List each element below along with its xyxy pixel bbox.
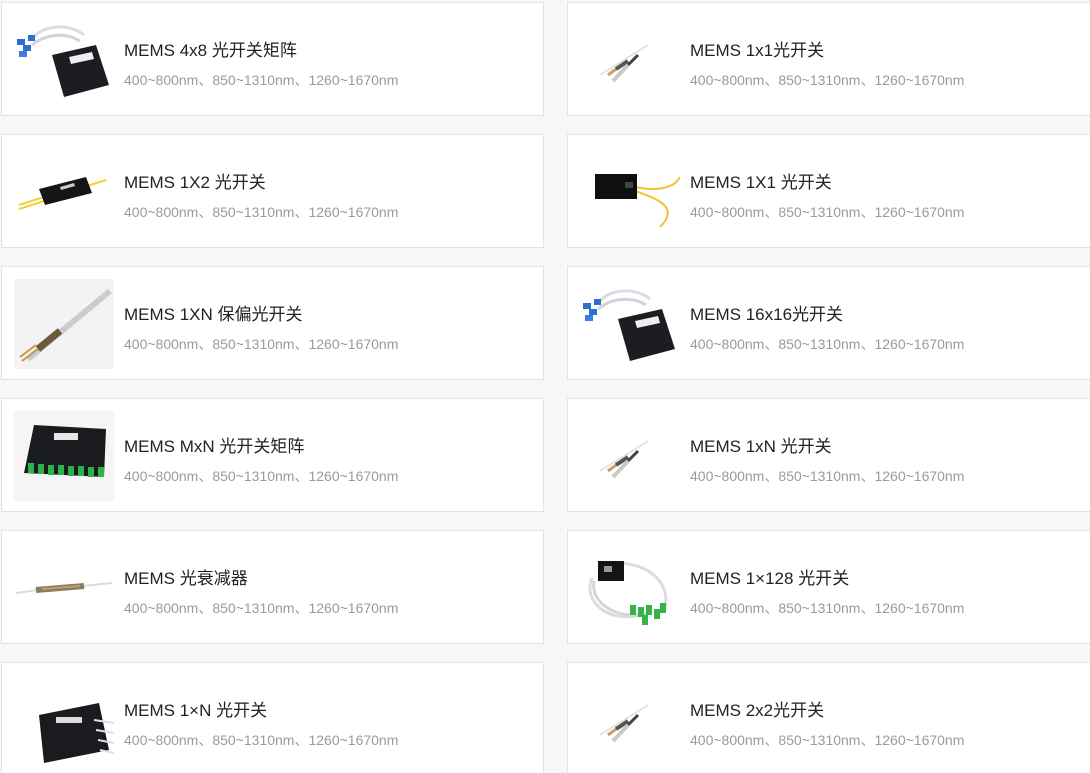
product-wavelength-range: 400~800nm、850~1310nm、1260~1670nm [124,732,399,748]
fiber-pigtail-icon [580,15,680,105]
product-card-1x1[interactable]: MEMS 1x1光开关 400~800nm、850~1310nm、1260~16… [567,2,1090,116]
fiber-bundle-green-connectors-icon [580,543,680,633]
product-title: MEMS 16x16光开关 [690,305,844,324]
product-title: MEMS 1X1 光开关 [690,173,832,192]
product-card-1x1-box[interactable]: MEMS 1X1 光开关 400~800nm、850~1310nm、1260~1… [567,134,1090,248]
product-card-attenuator[interactable]: MEMS 光衰减器 400~800nm、850~1310nm、1260~1670… [1,530,544,644]
black-module-yellow-fiber-icon [14,147,114,237]
fiber-box-blue-connectors-icon [580,279,680,369]
product-wavelength-range: 400~800nm、850~1310nm、1260~1670nm [690,468,965,484]
product-wavelength-range: 400~800nm、850~1310nm、1260~1670nm [124,204,399,220]
product-wavelength-range: 400~800nm、850~1310nm、1260~1670nm [124,468,399,484]
product-card-mxn-matrix[interactable]: MEMS MxN 光开关矩阵 400~800nm、850~1310nm、1260… [1,398,544,512]
product-card-1xn-fan[interactable]: MEMS 1×N 光开关 400~800nm、850~1310nm、1260~1… [1,662,544,773]
product-card-16x16[interactable]: MEMS 16x16光开关 400~800nm、850~1310nm、1260~… [567,266,1090,380]
product-wavelength-range: 400~800nm、850~1310nm、1260~1670nm [690,732,965,748]
product-title: MEMS 1×128 光开关 [690,569,850,588]
fiber-pigtail-icon [580,675,680,765]
product-card-1xn-pm[interactable]: MEMS 1XN 保偏光开关 400~800nm、850~1310nm、1260… [1,266,544,380]
product-title: MEMS 1x1光开关 [690,41,825,60]
fiber-box-blue-connectors-icon [14,15,114,105]
product-wavelength-range: 400~800nm、850~1310nm、1260~1670nm [690,600,965,616]
attenuator-tube-icon [14,543,114,633]
fiber-pigtail-icon [580,411,680,501]
product-grid: MEMS 4x8 光开关矩阵 400~800nm、850~1310nm、1260… [0,0,1090,773]
product-card-1x2[interactable]: MEMS 1X2 光开关 400~800nm、850~1310nm、1260~1… [1,134,544,248]
product-title: MEMS 1XN 保偏光开关 [124,305,303,324]
product-wavelength-range: 400~800nm、850~1310nm、1260~1670nm [690,336,965,352]
pm-fiber-tube-icon [14,279,114,369]
product-wavelength-range: 400~800nm、850~1310nm、1260~1670nm [690,72,965,88]
product-wavelength-range: 400~800nm、850~1310nm、1260~1670nm [124,600,399,616]
rack-module-green-ports-icon [14,411,114,501]
product-title: MEMS MxN 光开关矩阵 [124,437,305,456]
product-wavelength-range: 400~800nm、850~1310nm、1260~1670nm [124,336,399,352]
product-title: MEMS 1×N 光开关 [124,701,268,720]
product-wavelength-range: 400~800nm、850~1310nm、1260~1670nm [124,72,399,88]
product-title: MEMS 1xN 光开关 [690,437,832,456]
product-title: MEMS 1X2 光开关 [124,173,266,192]
product-wavelength-range: 400~800nm、850~1310nm、1260~1670nm [690,204,965,220]
product-card-4x8-matrix[interactable]: MEMS 4x8 光开关矩阵 400~800nm、850~1310nm、1260… [1,2,544,116]
black-box-fiber-fan-icon [14,675,114,765]
product-card-2x2[interactable]: MEMS 2x2光开关 400~800nm、850~1310nm、1260~16… [567,662,1090,773]
product-title: MEMS 2x2光开关 [690,701,825,720]
product-title: MEMS 4x8 光开关矩阵 [124,41,297,60]
product-card-1xn[interactable]: MEMS 1xN 光开关 400~800nm、850~1310nm、1260~1… [567,398,1090,512]
product-title: MEMS 光衰减器 [124,569,248,588]
black-box-yellow-fiber-icon [580,147,680,237]
product-card-1x128[interactable]: MEMS 1×128 光开关 400~800nm、850~1310nm、1260… [567,530,1090,644]
